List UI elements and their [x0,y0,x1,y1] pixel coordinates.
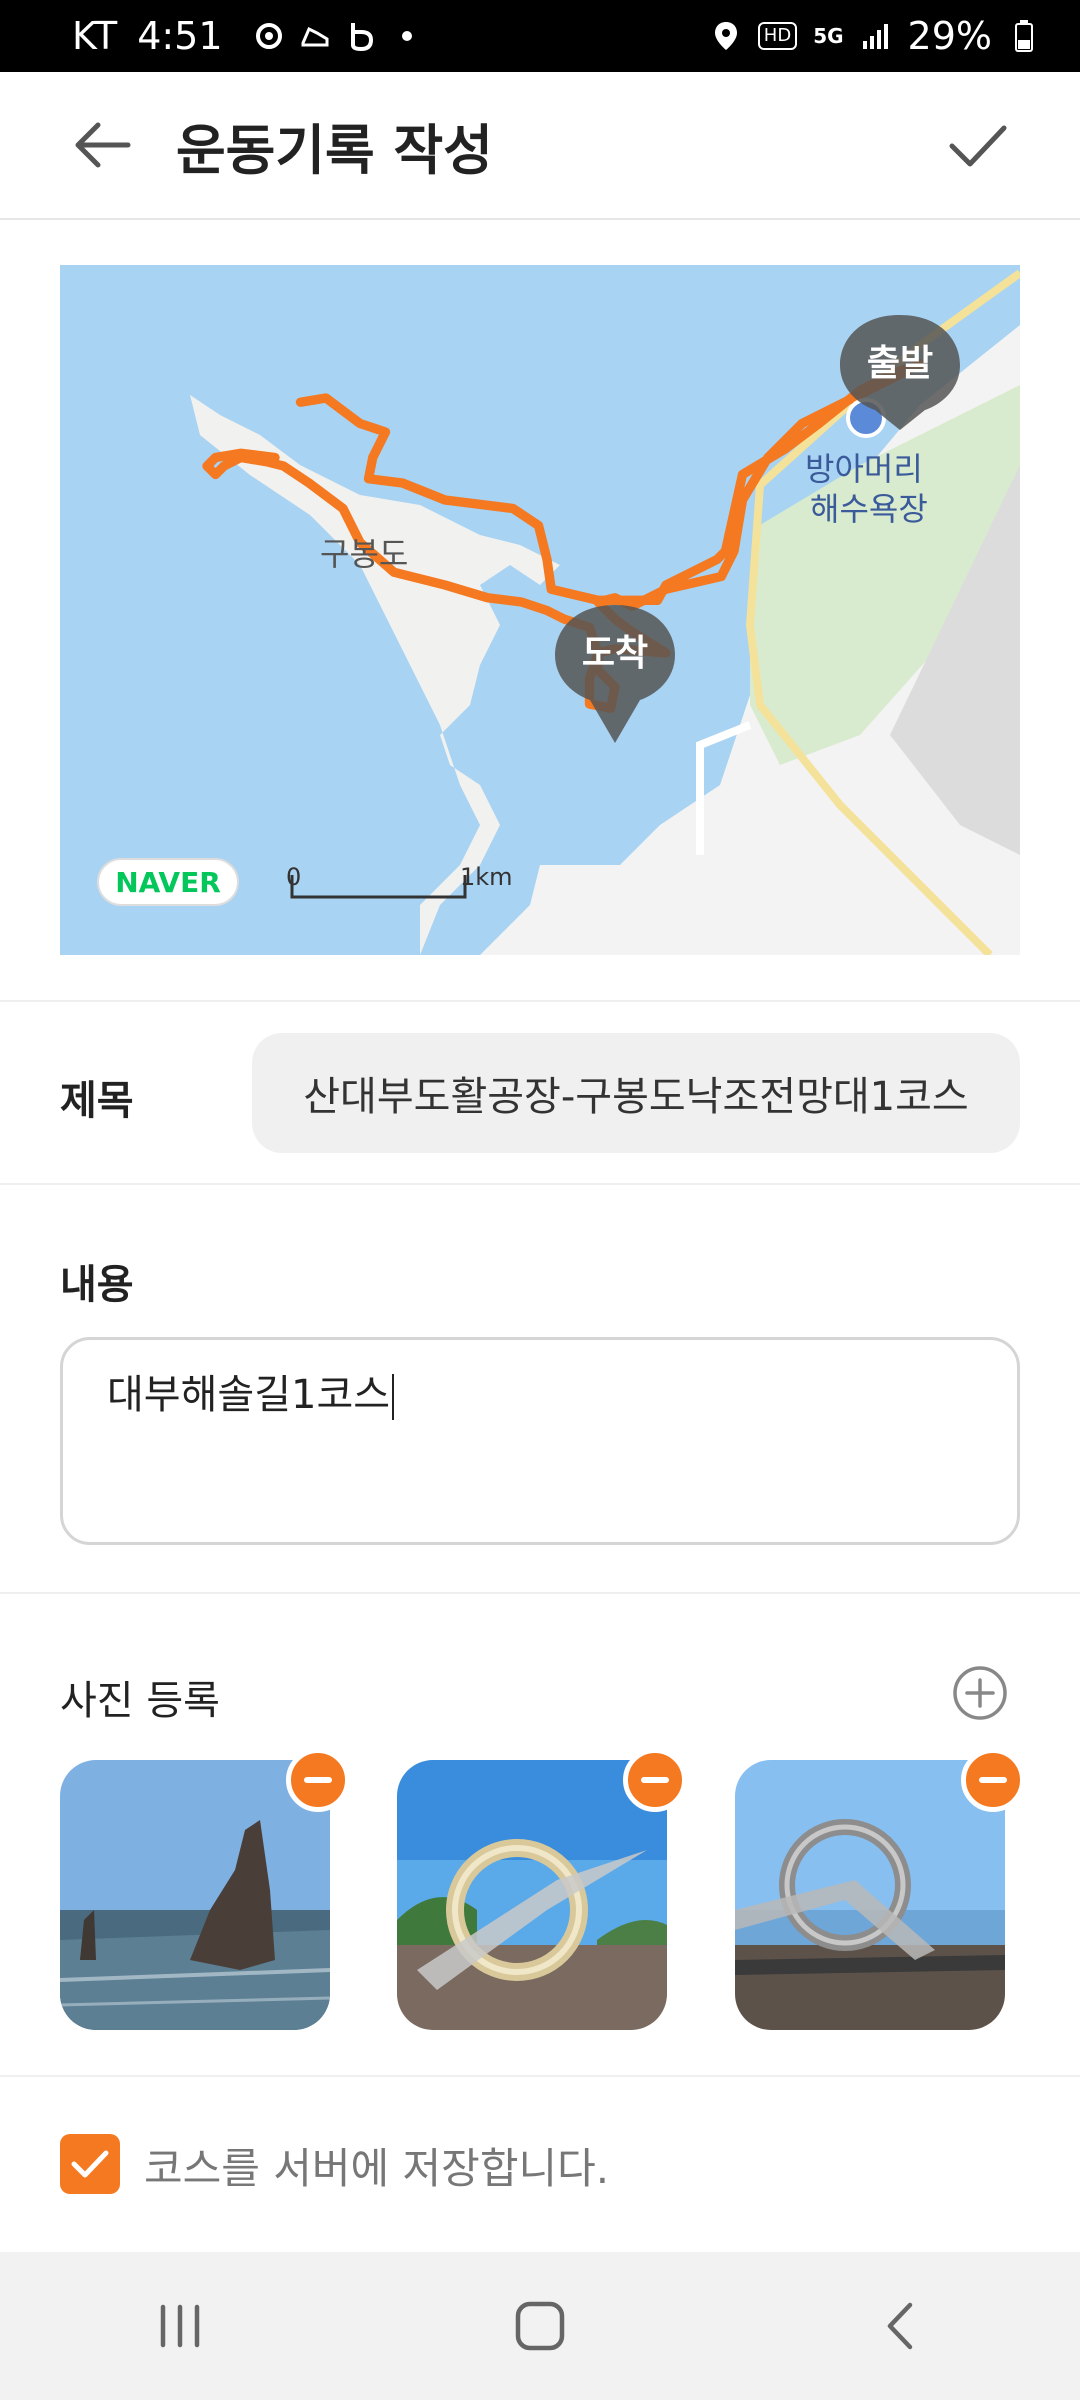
end-marker-label: 도착 [582,633,648,674]
remove-photo-2-button[interactable] [623,1748,687,1812]
band-app-icon [345,20,377,52]
photo-thumbnail-1[interactable] [60,1760,330,2030]
battery-percent-text: 29% [907,14,992,58]
app-bar: 운동기록 작성 [0,72,1080,220]
add-photo-button[interactable] [950,1663,1010,1723]
nav-back-icon [887,2302,913,2350]
start-marker-label: 출발 [867,343,933,384]
svg-text:NAVER: NAVER [115,866,221,899]
recents-button[interactable] [120,2276,240,2376]
route-map[interactable]: 구봉도 방아머리 해수욕장 출발 도착 NAVER 0 1km [60,265,1020,955]
divider [0,1000,1080,1002]
notification-dot-icon [391,20,423,52]
naver-logo: NAVER [97,858,239,906]
minus-icon [979,1777,1007,1783]
photo-thumbnail-3[interactable] [735,1760,1005,2030]
back-button[interactable] [52,95,152,195]
scale-km: 1km [460,863,513,891]
signal-icon [860,20,892,52]
minus-icon [641,1777,669,1783]
check-icon [949,125,1007,167]
beach-label-line2: 해수욕장 [810,490,928,528]
scale-zero: 0 [286,863,301,891]
app-notification-icon [253,20,285,52]
remove-photo-1-button[interactable] [286,1748,350,1812]
island-label: 구봉도 [320,535,408,573]
minus-icon [304,1777,332,1783]
content-label: 내용 [60,1262,134,1308]
save-course-checkbox[interactable] [60,2134,120,2194]
photo-thumbnail-2[interactable] [397,1760,667,2030]
remove-photo-3-button[interactable] [961,1748,1025,1812]
arrow-left-icon [75,122,131,168]
plus-circle-icon [953,1666,1007,1720]
page-title: 운동기록 작성 [176,118,493,182]
map-scale-bar: 0 1km [286,863,513,899]
nav-back-button[interactable] [840,2276,960,2376]
photo-section-label: 사진 등록 [60,1678,220,1724]
text-caret [392,1374,395,1420]
content-textarea[interactable]: 대부해솔길1코스 [60,1337,1020,1545]
content-text: 대부해솔길1코스 [107,1372,391,1418]
divider [0,2075,1080,2077]
status-bar: KT 4:51 HD 5G 29% [0,0,1080,72]
system-nav-bar [0,2252,1080,2400]
clock-text: 4:51 [137,14,223,58]
home-button[interactable] [480,2276,600,2376]
hd-voice-badge: HD [757,22,798,50]
end-marker[interactable]: 도착 [555,605,675,743]
checkmark-icon [71,2150,109,2178]
network-type-badge: 5G [813,24,844,48]
home-icon [515,2301,565,2351]
recents-icon [160,2304,200,2348]
divider [0,1592,1080,1594]
save-course-label[interactable]: 코스를 서버에 저장합니다. [144,2135,609,2196]
location-icon [710,20,742,52]
battery-icon [1008,20,1040,52]
confirm-button[interactable] [928,95,1028,195]
title-input[interactable]: 산대부도활공장-구봉도낙조전망대1코스 [252,1033,1020,1153]
carrier-text: KT [72,14,118,58]
beach-label-line1: 방아머리 [805,450,923,488]
shoe-icon [299,20,331,52]
title-label: 제목 [60,1078,134,1124]
divider [0,1183,1080,1185]
